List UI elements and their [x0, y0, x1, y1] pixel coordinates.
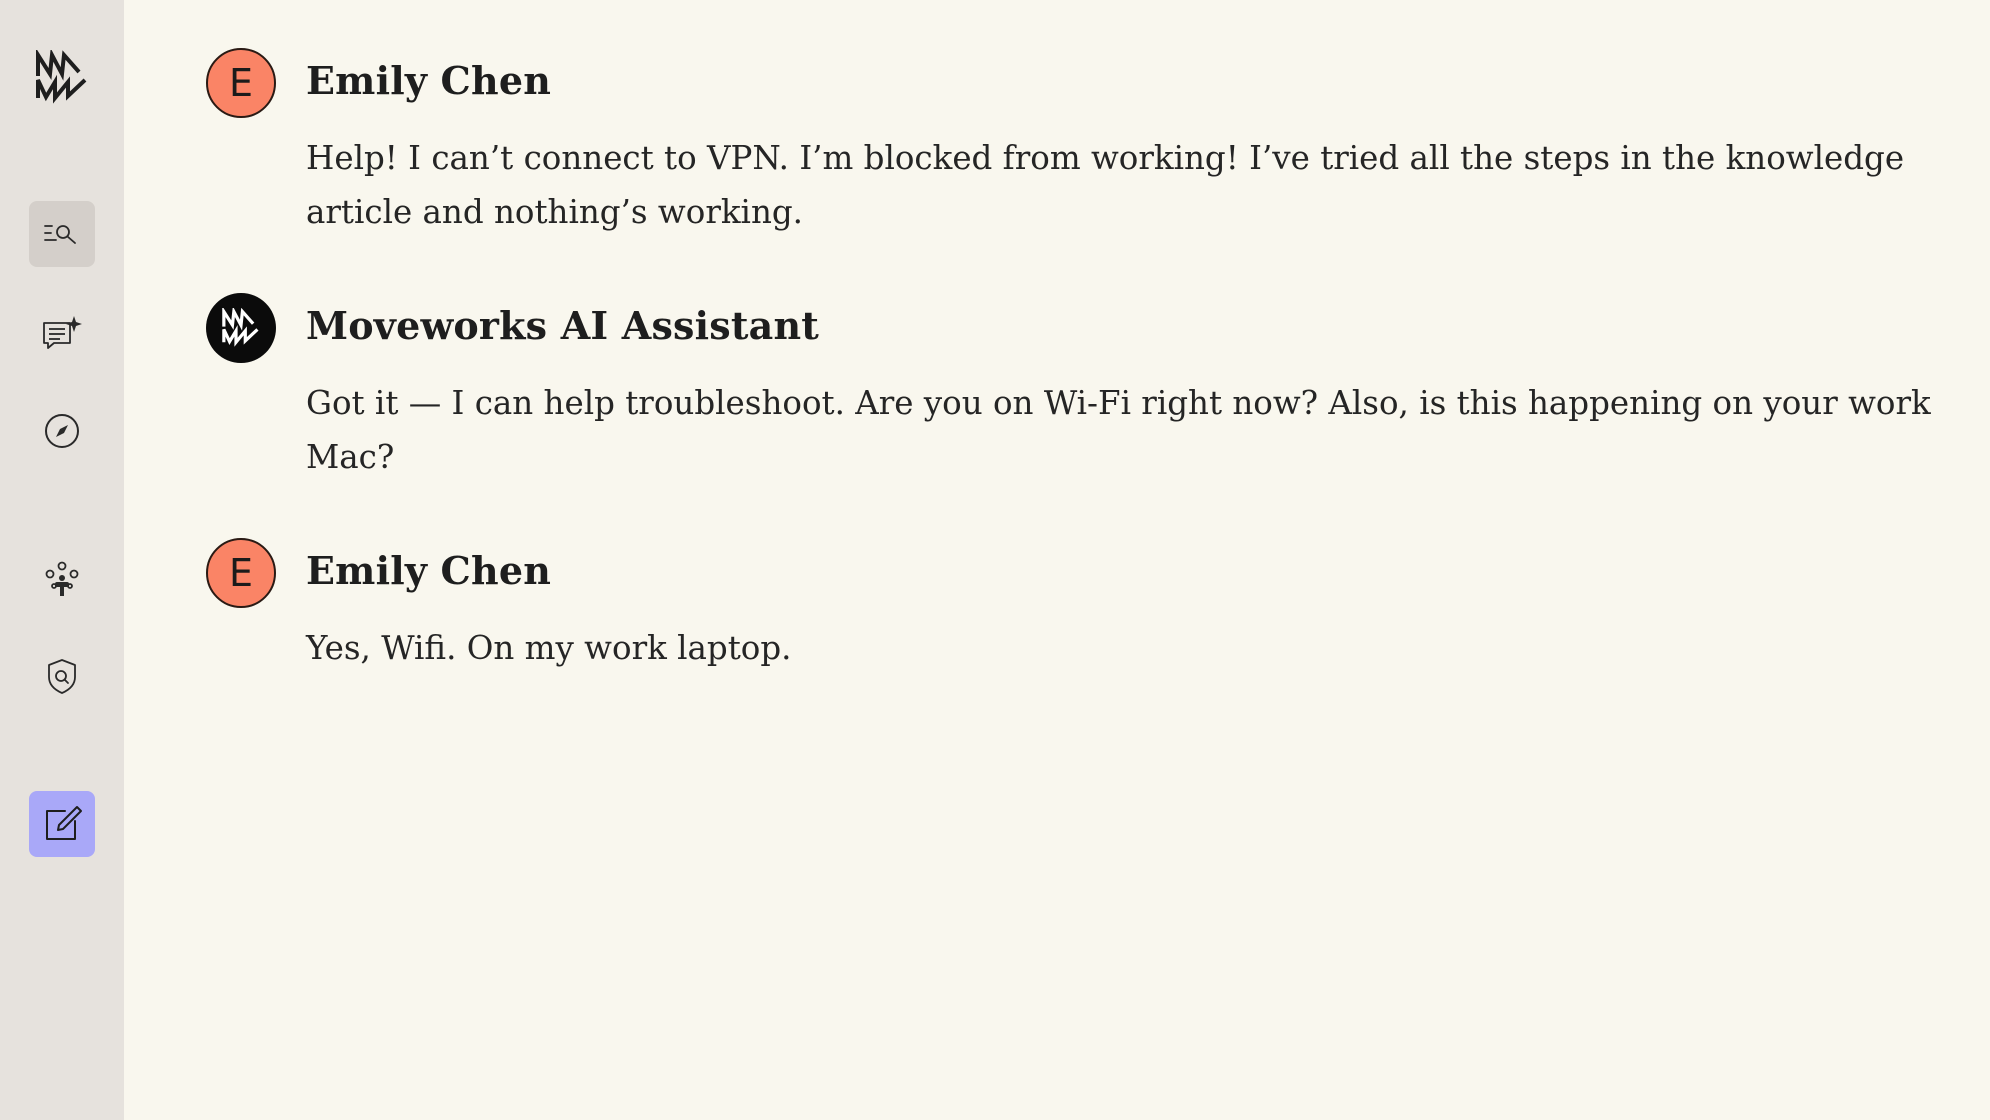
message-item: Moveworks AI Assistant Got it — I can he…: [206, 293, 1966, 493]
sender-name: Emily Chen: [306, 58, 552, 103]
people-network-icon: [45, 561, 79, 596]
shield-search-icon: [48, 659, 76, 694]
sidebar-item-security[interactable]: [29, 643, 95, 709]
conversation-panel: E Emily Chen Help! I can’t connect to VP…: [124, 0, 1990, 1120]
moveworks-logo-icon: [222, 308, 259, 347]
sidebar-item-explore[interactable]: [29, 398, 95, 464]
message-text: Got it — I can help troubleshoot. Are yo…: [306, 384, 1931, 476]
moveworks-logo-icon[interactable]: [35, 50, 89, 106]
sidebar-item-chat[interactable]: [29, 300, 95, 366]
app-window: E Emily Chen Help! I can’t connect to VP…: [0, 0, 1990, 1120]
avatar: E: [206, 538, 276, 608]
compass-icon: [45, 414, 79, 448]
edit-compose-icon: [46, 806, 82, 840]
sidebar-item-people[interactable]: [29, 546, 95, 612]
new-chat-button[interactable]: [29, 791, 95, 857]
message-item: E Emily Chen Yes, Wifi. On my work lapto…: [206, 538, 1966, 678]
message-item: E Emily Chen Help! I can’t connect to VP…: [206, 48, 1966, 248]
sender-name: Moveworks AI Assistant: [306, 303, 820, 348]
assistant-avatar: [206, 293, 276, 363]
search-list-icon: [44, 225, 76, 244]
sidebar: [0, 0, 124, 1120]
chat-sparkle-icon: [43, 316, 82, 349]
message-text: Help! I can’t connect to VPN. I’m blocke…: [306, 139, 1905, 231]
sidebar-item-search[interactable]: [29, 201, 95, 267]
avatar: E: [206, 48, 276, 118]
message-text: Yes, Wifi. On my work laptop.: [306, 629, 792, 667]
sender-name: Emily Chen: [306, 548, 552, 593]
